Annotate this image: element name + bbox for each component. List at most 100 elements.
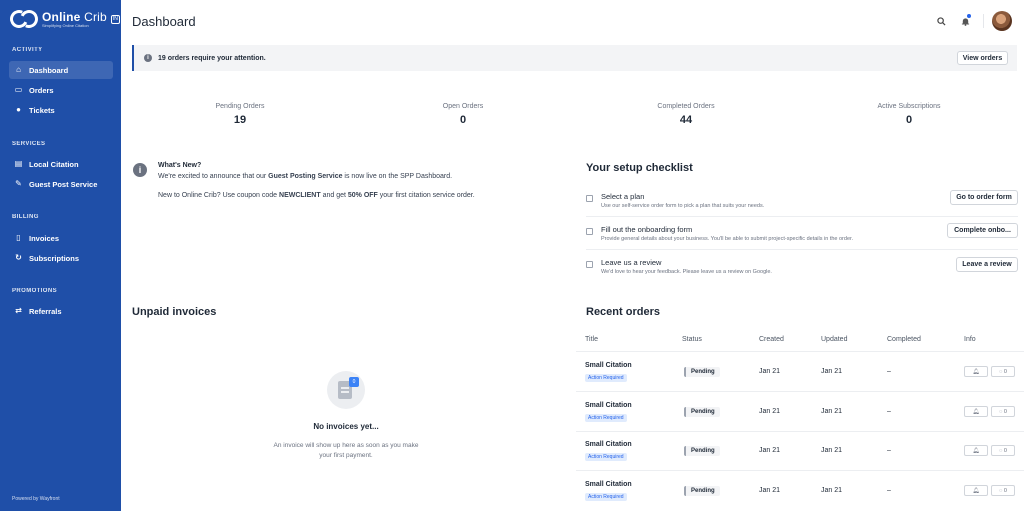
messages-count-button[interactable]: ◌ 0 bbox=[991, 485, 1015, 496]
pen-icon: ✎ bbox=[15, 179, 22, 188]
notifications-count-button[interactable]: 🔔︎ bbox=[964, 366, 988, 377]
search-button[interactable] bbox=[931, 11, 951, 31]
column-header-status[interactable]: Status bbox=[682, 336, 702, 343]
view-orders-button[interactable]: View orders bbox=[957, 51, 1008, 65]
column-header-info[interactable]: Info bbox=[964, 336, 976, 343]
empty-invoice-illustration: 0 bbox=[327, 371, 365, 409]
sidebar-item-local-citation[interactable]: ▤ Local Citation bbox=[9, 155, 113, 173]
bell-icon: 🔔︎ bbox=[972, 447, 980, 454]
bell-icon: 🔔︎ bbox=[972, 487, 980, 494]
section-activity: ACTIVITY bbox=[12, 47, 43, 53]
created-date: Jan 21 bbox=[759, 447, 781, 454]
empty-title: No invoices yet... bbox=[313, 422, 379, 431]
referrals-icon: ⇄ bbox=[15, 306, 22, 315]
column-header-created[interactable]: Created bbox=[759, 336, 784, 343]
completed-date: – bbox=[887, 487, 891, 494]
checklist-title: Your setup checklist bbox=[586, 162, 693, 174]
action-required-badge: Action Required bbox=[585, 414, 627, 422]
updated-date: Jan 21 bbox=[821, 447, 843, 454]
sidebar: Online Crib Simplifying Online Citation … bbox=[0, 0, 121, 511]
bell-icon: 🔔︎ bbox=[972, 408, 980, 415]
whats-new-coupon: New to Online Crib? Use coupon code NEWC… bbox=[158, 192, 475, 200]
leave-review-button[interactable]: Leave a review bbox=[956, 257, 1018, 272]
complete-onboarding-button[interactable]: Complete onbo... bbox=[947, 223, 1018, 238]
order-title[interactable]: Small Citation bbox=[585, 441, 632, 448]
order-title[interactable]: Small Citation bbox=[585, 481, 632, 488]
column-header-completed[interactable]: Completed bbox=[887, 336, 921, 343]
notifications-button[interactable] bbox=[955, 11, 975, 31]
brand-name: Online Crib bbox=[42, 9, 107, 24]
invoice-count-badge: 0 bbox=[349, 377, 359, 387]
messages-count-button[interactable]: ◌ 0 bbox=[991, 406, 1015, 417]
status-badge: Pending bbox=[684, 407, 720, 417]
sidebar-item-invoices[interactable]: ▯ Invoices bbox=[9, 229, 113, 247]
section-promotions: PROMOTIONS bbox=[12, 288, 58, 294]
search-icon bbox=[936, 16, 946, 26]
notifications-count-button[interactable]: 🔔︎ bbox=[964, 406, 988, 417]
status-badge: Pending bbox=[684, 446, 720, 456]
created-date: Jan 21 bbox=[759, 487, 781, 494]
column-header-updated[interactable]: Updated bbox=[821, 336, 847, 343]
sidebar-item-dashboard[interactable]: ⌂ Dashboard bbox=[9, 61, 113, 79]
brand-tagline: Simplifying Online Citation bbox=[42, 22, 89, 28]
created-date: Jan 21 bbox=[759, 368, 781, 375]
completed-date: – bbox=[887, 447, 891, 454]
subscriptions-icon: ↻ bbox=[15, 253, 22, 262]
invoice-icon: ▯ bbox=[16, 233, 21, 242]
created-date: Jan 21 bbox=[759, 408, 781, 415]
whats-new-announcement: We're excited to announce that our Guest… bbox=[158, 173, 453, 181]
completed-date: – bbox=[887, 368, 891, 375]
home-icon: ⌂ bbox=[16, 65, 21, 74]
notifications-count-button[interactable]: 🔔︎ bbox=[964, 485, 988, 496]
updated-date: Jan 21 bbox=[821, 408, 843, 415]
empty-description: An invoice will show up here as soon as … bbox=[273, 442, 419, 460]
updated-date: Jan 21 bbox=[821, 368, 843, 375]
whats-new-title: What's New? bbox=[158, 162, 202, 169]
stat-completed-orders: Completed Orders 44 bbox=[657, 103, 715, 126]
brand-logo[interactable]: Online Crib Simplifying Online Citation … bbox=[7, 7, 120, 31]
info-icon: i bbox=[133, 163, 147, 177]
main-content: Dashboard i 19 orders require your atten… bbox=[121, 0, 1024, 511]
info-icon: i bbox=[144, 54, 152, 62]
page-title: Dashboard bbox=[132, 14, 196, 29]
action-required-badge: Action Required bbox=[585, 493, 627, 501]
notifications-count-button[interactable]: 🔔︎ bbox=[964, 445, 988, 456]
logo-mark-icon bbox=[7, 7, 41, 31]
column-header-title[interactable]: Title bbox=[585, 336, 598, 343]
stat-open-orders: Open Orders 0 bbox=[442, 103, 484, 126]
unpaid-invoices-title: Unpaid invoices bbox=[132, 306, 217, 318]
completed-date: – bbox=[887, 408, 891, 415]
chat-icon: ◌ bbox=[999, 487, 1003, 494]
stat-active-subscriptions: Active Subscriptions 0 bbox=[877, 103, 941, 126]
checkbox[interactable] bbox=[586, 195, 593, 202]
orders-icon: ▭ bbox=[14, 85, 23, 94]
brand-badge: IN bbox=[110, 14, 120, 24]
updated-date: Jan 21 bbox=[821, 487, 843, 494]
messages-count-button[interactable]: ◌ 0 bbox=[991, 445, 1015, 456]
messages-count-button[interactable]: ◌ 0 bbox=[991, 366, 1015, 377]
checkbox[interactable] bbox=[586, 261, 593, 268]
citation-icon: ▤ bbox=[14, 159, 23, 168]
avatar[interactable] bbox=[992, 11, 1012, 31]
sidebar-item-referrals[interactable]: ⇄ Referrals bbox=[9, 302, 113, 320]
alert-text: 19 orders require your attention. bbox=[158, 54, 266, 62]
stat-pending-orders: Pending Orders 19 bbox=[215, 103, 265, 126]
attention-alert: i 19 orders require your attention. bbox=[132, 45, 1017, 71]
top-toolbar bbox=[931, 11, 1012, 31]
sidebar-item-subscriptions[interactable]: ↻ Subscriptions bbox=[9, 249, 113, 267]
notification-dot bbox=[967, 14, 971, 18]
sidebar-item-tickets[interactable]: ● Tickets bbox=[9, 101, 113, 119]
section-services: SERVICES bbox=[12, 141, 46, 147]
whats-new-panel: i What's New? We're excited to announce … bbox=[133, 161, 563, 200]
checkbox[interactable] bbox=[586, 228, 593, 235]
action-required-badge: Action Required bbox=[585, 374, 627, 382]
status-badge: Pending bbox=[684, 367, 720, 377]
recent-orders-title: Recent orders bbox=[586, 306, 660, 318]
tickets-icon: ● bbox=[16, 105, 21, 114]
order-title[interactable]: Small Citation bbox=[585, 362, 632, 369]
sidebar-item-guest-post[interactable]: ✎ Guest Post Service bbox=[9, 175, 113, 193]
sidebar-item-orders[interactable]: ▭ Orders bbox=[9, 81, 113, 99]
go-to-order-form-button[interactable]: Go to order form bbox=[950, 190, 1018, 205]
chat-icon: ◌ bbox=[999, 408, 1003, 415]
order-title[interactable]: Small Citation bbox=[585, 402, 632, 409]
